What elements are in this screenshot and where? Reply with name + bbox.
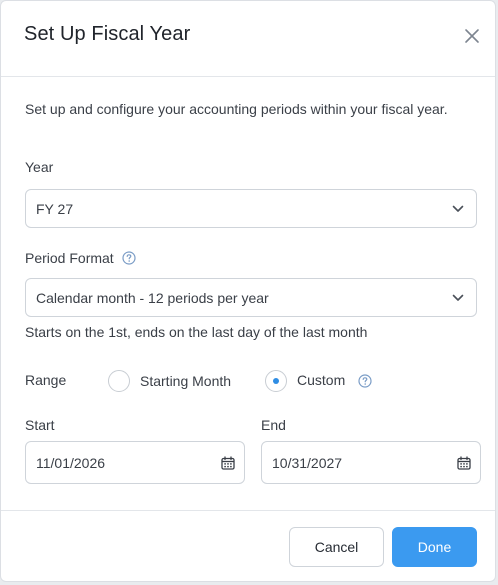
start-date-field[interactable]: 11/01/2026 [25,441,245,484]
end-label: End [261,417,286,433]
year-select[interactable]: FY 27 [25,189,477,228]
radio-custom[interactable] [265,370,287,392]
end-date-value: 10/31/2027 [272,454,343,471]
radio-custom-label[interactable]: Custom [297,372,345,388]
help-icon[interactable] [358,374,372,388]
dialog-description: Set up and configure your accounting per… [25,101,448,117]
end-date-field[interactable]: 10/31/2027 [261,441,481,484]
radio-starting-month[interactable] [108,370,130,392]
help-icon[interactable] [122,251,136,265]
dialog-title: Set Up Fiscal Year [24,23,191,45]
start-label: Start [25,417,55,433]
period-format-select[interactable]: Calendar month - 12 periods per year [25,278,477,317]
period-format-hint: Starts on the 1st, ends on the last day … [25,324,368,340]
done-button[interactable]: Done [392,527,477,567]
year-select-value: FY 27 [36,200,74,217]
close-icon[interactable] [463,27,481,45]
calendar-icon[interactable] [221,455,235,470]
chevron-down-icon [452,294,464,301]
range-label: Range [25,372,67,388]
cancel-button[interactable]: Cancel [289,527,384,567]
calendar-icon[interactable] [457,455,471,470]
year-label: Year [25,159,54,175]
period-format-label: Period Format [25,250,114,266]
radio-starting-month-label[interactable]: Starting Month [140,373,231,389]
dialog-header: Set Up Fiscal Year [1,1,495,77]
fiscal-year-dialog: Set Up Fiscal Year Set up and configure … [0,0,496,582]
period-format-select-value: Calendar month - 12 periods per year [36,289,269,306]
start-date-value: 11/01/2026 [36,454,106,471]
chevron-down-icon [452,205,464,212]
dialog-footer: Cancel Done [1,510,495,583]
